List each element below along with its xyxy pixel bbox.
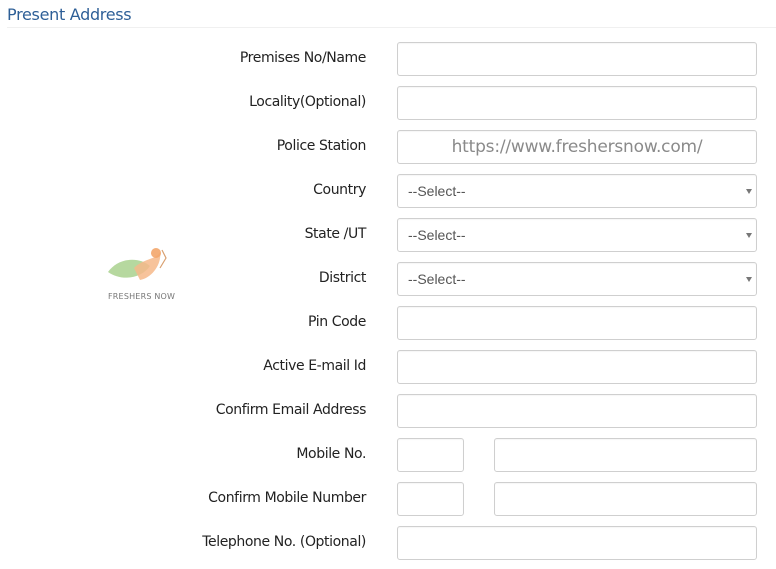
form-row-country: Country --Select-- xyxy=(0,174,776,208)
form-row-telephone: Telephone No. (Optional) xyxy=(0,526,776,560)
pin-code-input[interactable] xyxy=(397,306,757,340)
police-station-input[interactable]: https://www.freshersnow.com/ xyxy=(397,130,757,164)
state-select[interactable]: --Select-- xyxy=(397,218,757,252)
form-row-confirm-email: Confirm Email Address xyxy=(0,394,776,428)
section-title: Present Address xyxy=(7,5,132,24)
district-select-value: --Select-- xyxy=(408,271,466,287)
form-row-pin-code: Pin Code xyxy=(0,306,776,340)
email-label: Active E-mail Id xyxy=(263,358,366,374)
form-row-mobile: Mobile No. xyxy=(0,438,776,472)
telephone-input[interactable] xyxy=(397,526,757,560)
dropdown-caret-icon xyxy=(746,189,752,194)
mobile-country-code-input[interactable] xyxy=(397,438,464,472)
form-row-state: State /UT --Select-- xyxy=(0,218,776,252)
district-select[interactable]: --Select-- xyxy=(397,262,757,296)
country-label: Country xyxy=(313,182,366,198)
mobile-label: Mobile No. xyxy=(296,446,366,462)
dropdown-caret-icon xyxy=(746,233,752,238)
confirm-email-label: Confirm Email Address xyxy=(215,402,367,418)
confirm-mobile-label: Confirm Mobile Number xyxy=(208,490,366,506)
form-row-locality: Locality(Optional) xyxy=(0,86,776,120)
form-row-premises: Premises No/Name xyxy=(0,42,776,76)
telephone-label: Telephone No. (Optional) xyxy=(202,534,366,550)
locality-label: Locality(Optional) xyxy=(249,94,366,110)
confirm-mobile-number-input[interactable] xyxy=(494,482,757,516)
confirm-mobile-country-code-input[interactable] xyxy=(397,482,464,516)
form-row-police-station: Police Station https://www.freshersnow.c… xyxy=(0,130,776,164)
mobile-number-input[interactable] xyxy=(494,438,757,472)
district-label: District xyxy=(318,270,366,286)
pin-code-label: Pin Code xyxy=(308,314,366,330)
state-label: State /UT xyxy=(304,226,367,242)
form-row-district: District --Select-- xyxy=(0,262,776,296)
form-row-email: Active E-mail Id xyxy=(0,350,776,384)
section-divider xyxy=(7,27,776,28)
form-row-confirm-mobile: Confirm Mobile Number xyxy=(0,482,776,516)
premises-label: Premises No/Name xyxy=(239,50,367,66)
country-select-value: --Select-- xyxy=(408,183,466,199)
state-select-value: --Select-- xyxy=(408,227,466,243)
country-select[interactable]: --Select-- xyxy=(397,174,757,208)
police-station-label: Police Station xyxy=(276,138,367,154)
locality-input[interactable] xyxy=(397,86,757,120)
confirm-email-input[interactable] xyxy=(397,394,757,428)
dropdown-caret-icon xyxy=(746,277,752,282)
email-input[interactable] xyxy=(397,350,757,384)
premises-input[interactable] xyxy=(397,42,757,76)
